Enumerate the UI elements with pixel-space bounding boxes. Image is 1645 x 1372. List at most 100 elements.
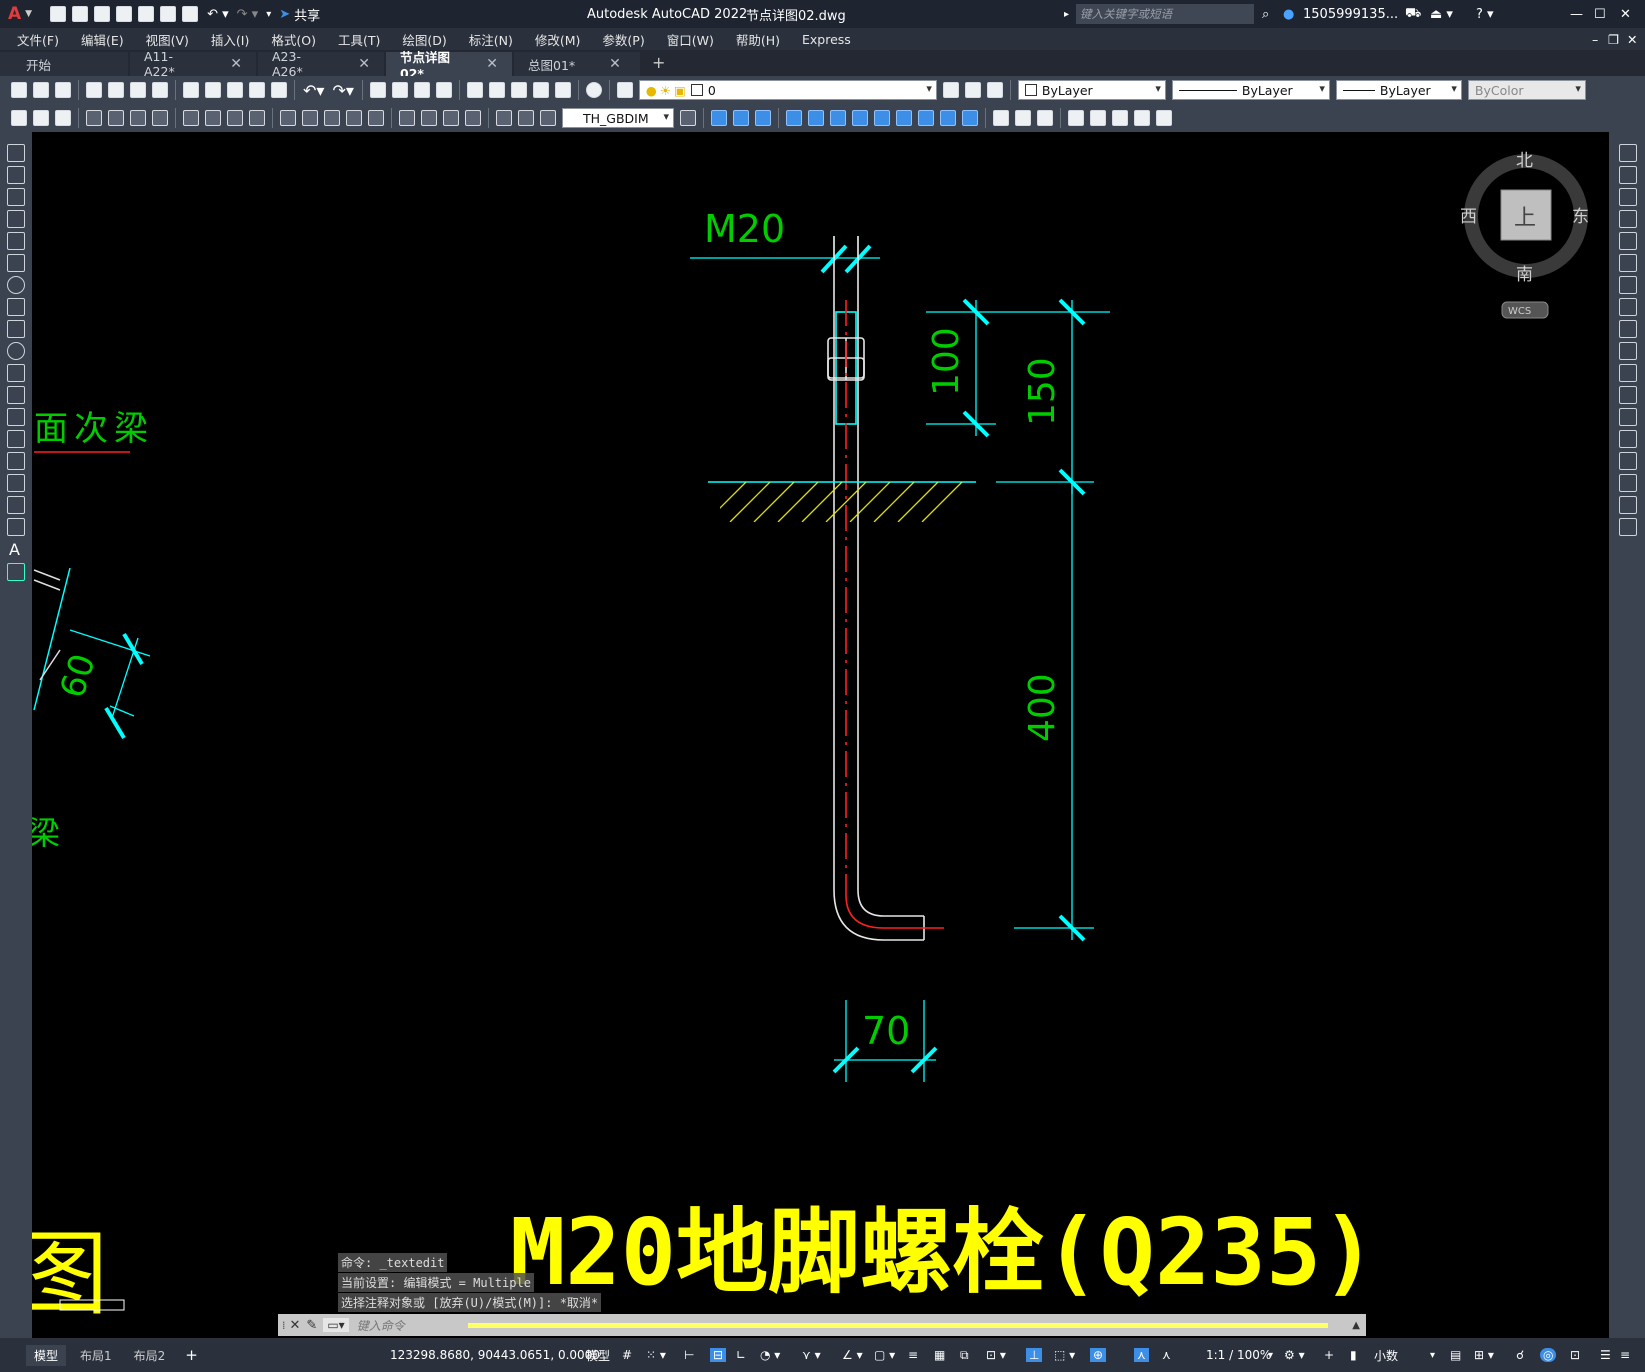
dimension-break-icon[interactable] [368,110,384,126]
new-file-icon[interactable] [50,6,67,22]
offset-icon[interactable] [1619,210,1637,228]
menu-modify[interactable]: 修改(M) [535,30,581,49]
autocad-logo-icon[interactable]: A [8,4,21,24]
explode-icon[interactable] [1619,518,1637,536]
cart-icon[interactable]: ⛟ [1405,6,1421,23]
share-label[interactable]: 共享 [294,5,320,24]
doc-minimize-icon[interactable]: – [1592,32,1598,47]
units-dropdown-icon[interactable]: ▾ [1430,1350,1435,1361]
circle-icon[interactable] [7,276,25,294]
block-editor-icon[interactable] [271,82,287,98]
draw-order-icon[interactable] [1037,110,1053,126]
draw-order-icon[interactable] [1090,110,1106,126]
array-icon[interactable] [1619,232,1637,250]
dimension-space-icon[interactable] [346,110,362,126]
sheet-set-icon[interactable] [532,82,549,98]
save-icon[interactable] [55,82,71,98]
layer-tool-icon[interactable] [33,110,49,126]
isolate-objects-icon[interactable]: ☌ [1516,1348,1524,1362]
rotate-icon[interactable] [1619,276,1637,294]
close-tab-icon[interactable]: ✕ [609,56,621,72]
linetype-dropdown[interactable]: ByLayer ▾ [1171,80,1330,100]
customize-icon[interactable]: ▾ [266,9,271,20]
properties-icon[interactable] [466,82,483,98]
menu-format[interactable]: 格式(O) [271,30,316,49]
quick-properties-icon[interactable]: ▤ [1450,1348,1461,1362]
stretch-icon[interactable] [1619,320,1637,338]
polar-tracking-icon[interactable]: ◔ ▾ [760,1348,780,1362]
draw-order-icon[interactable] [1068,110,1084,126]
layer-dropdown[interactable]: ● ☀ ▣ 0 ▾ [638,80,937,100]
model-space-toggle[interactable]: 模型 [586,1347,610,1364]
revision-cloud-icon[interactable] [7,298,25,316]
zoom-previous-icon[interactable] [435,82,452,98]
web-mobile-icon[interactable] [138,6,155,22]
viewcube-south[interactable]: 南 [1516,265,1533,285]
modify-tool-icon[interactable] [962,110,978,126]
annotation-scale-dropdown-icon[interactable]: ▾ [1268,1350,1273,1361]
dynamic-ucs-icon[interactable]: ⊥ [1026,1348,1043,1362]
spline-icon[interactable] [7,320,25,338]
tab-a11-a22[interactable]: A11-A22* ✕ [130,49,256,79]
layout-tab-layout1[interactable]: 布局1 [80,1347,112,1364]
aligned-dimension-icon[interactable] [108,110,124,126]
draw-order-icon[interactable] [1134,110,1150,126]
search-icon[interactable]: ⌕ [1262,7,1269,22]
snap-icon[interactable]: ⁙ ▾ [646,1348,666,1362]
tab-node-detail-02[interactable]: 节点详图02* ✕ [386,50,512,81]
blend-curves-icon[interactable] [1619,496,1637,514]
modify-tool-icon[interactable] [786,110,802,126]
viewcube[interactable]: 上 北 南 西 东 WCS [1460,151,1589,319]
close-tab-icon[interactable]: ✕ [358,56,370,72]
clean-screen-icon[interactable]: ⊡ [1570,1348,1580,1362]
publish-icon[interactable] [130,82,146,98]
dimstyle-dropdown[interactable]: TH_GBDIM ▾ [562,108,674,128]
modify-tool-icon[interactable] [808,110,824,126]
close-tab-icon[interactable]: ✕ [486,56,498,72]
3d-print-icon[interactable] [152,82,168,98]
annotation-monitor-icon[interactable]: + [1324,1348,1334,1362]
layer-states-icon[interactable] [986,82,1003,98]
erase-icon[interactable] [1619,144,1637,162]
isometric-icon[interactable]: ⋎ ▾ [802,1348,821,1362]
layer-properties-icon[interactable] [616,82,633,98]
layout-tab-model[interactable]: 模型 [26,1344,67,1366]
modify-tool-icon[interactable] [755,110,771,126]
undo-icon[interactable]: ↶▾ [303,81,324,100]
center-mark-icon[interactable] [421,110,437,126]
ortho-icon[interactable]: ∟ [736,1348,746,1362]
customization-icon[interactable]: ☰ [1600,1348,1611,1362]
calculator-icon[interactable] [554,82,571,98]
pan-icon[interactable] [369,82,386,98]
make-current-icon[interactable] [942,82,959,98]
move-icon[interactable] [1619,254,1637,272]
design-center-icon[interactable] [488,82,505,98]
ellipse-arc-icon[interactable] [7,364,25,382]
viewcube-north[interactable]: 北 [1516,151,1533,171]
object-snap-tracking-icon[interactable]: ∠ ▾ [842,1348,863,1362]
save-as-icon[interactable] [116,6,133,22]
menu-file[interactable]: 文件(F) [17,30,59,49]
save-icon[interactable] [94,6,111,22]
quick-dimension-icon[interactable] [280,110,296,126]
arc-icon[interactable] [7,254,25,272]
match-properties-icon[interactable] [249,82,265,98]
open-icon[interactable] [33,82,49,98]
line-icon[interactable] [7,144,25,162]
draw-order-icon[interactable] [1112,110,1128,126]
menu-express[interactable]: Express [802,32,851,47]
drawing-canvas[interactable]: 面次梁 60 梁 M20 100 150 400 70 图 M20地脚螺栓(Q2… [32,132,1609,1338]
share-icon[interactable]: ➤ [279,7,290,22]
copy-icon[interactable] [205,82,221,98]
dimension-style-icon[interactable] [680,110,696,126]
menu-help[interactable]: 帮助(H) [736,30,780,49]
color-dropdown[interactable]: ByLayer ▾ [1017,80,1166,100]
break-at-point-icon[interactable] [1619,408,1637,426]
linear-dimension-icon[interactable] [86,110,102,126]
close-icon[interactable]: ✕ [1620,7,1631,22]
menu-window[interactable]: 窗口(W) [667,30,714,49]
menu-dimension[interactable]: 标注(N) [469,30,513,49]
add-layout-icon[interactable]: + [185,1346,198,1364]
grid-icon[interactable]: # [622,1348,632,1362]
modify-tool-icon[interactable] [711,110,727,126]
